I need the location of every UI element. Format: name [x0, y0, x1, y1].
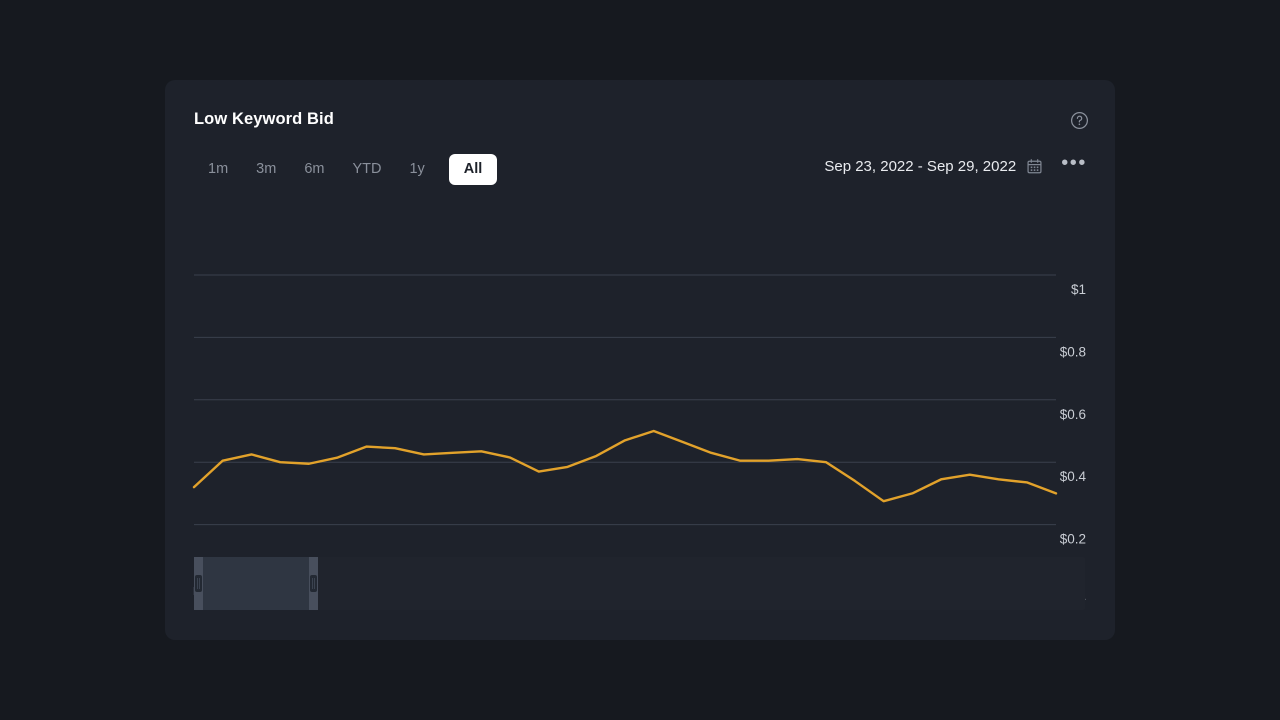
range-selector: 1m 3m 6m YTD 1y All [194, 154, 498, 185]
range-slider-selection[interactable] [194, 557, 318, 610]
slider-handle-left[interactable] [194, 557, 203, 610]
y-axis-tick-label: $0.4 [1060, 469, 1087, 484]
y-axis-tick-label: $0.6 [1060, 407, 1086, 422]
date-range-value: Sep 23, 2022 - Sep 29, 2022 [824, 157, 1017, 175]
grip-icon [310, 575, 317, 592]
line-chart: 0$0.2$0.4$0.6$0.8$127 Nov28 Nov29 Nov30 … [165, 200, 1115, 600]
help-circle-icon[interactable] [1070, 111, 1089, 130]
date-range-picker[interactable]: Sep 23, 2022 - Sep 29, 2022 [824, 158, 1043, 175]
range-btn-1m[interactable]: 1m [194, 156, 242, 183]
range-btn-1y[interactable]: 1y [395, 156, 438, 183]
toolbar-right: Sep 23, 2022 - Sep 29, 2022 ••• [824, 153, 1089, 178]
page-title: Low Keyword Bid [194, 110, 334, 128]
y-axis-tick-label: $0.2 [1060, 532, 1086, 547]
grip-icon [195, 575, 202, 592]
y-axis-tick-label: $1 [1071, 282, 1086, 297]
calendar-icon[interactable] [1026, 158, 1043, 175]
range-btn-ytd[interactable]: YTD [338, 156, 395, 183]
slider-handle-right[interactable] [309, 557, 318, 610]
range-btn-6m[interactable]: 6m [290, 156, 338, 183]
chart-card: Low Keyword Bid 1m 3m 6m YTD 1y All Sep … [165, 80, 1115, 640]
more-horizontal-icon[interactable]: ••• [1059, 153, 1089, 178]
range-btn-all[interactable]: All [448, 154, 498, 185]
range-slider[interactable] [194, 557, 1085, 610]
series-line-low-keyword-bid [192, 429, 1058, 503]
range-btn-3m[interactable]: 3m [242, 156, 290, 183]
y-axis-tick-label: $0.8 [1060, 344, 1086, 359]
